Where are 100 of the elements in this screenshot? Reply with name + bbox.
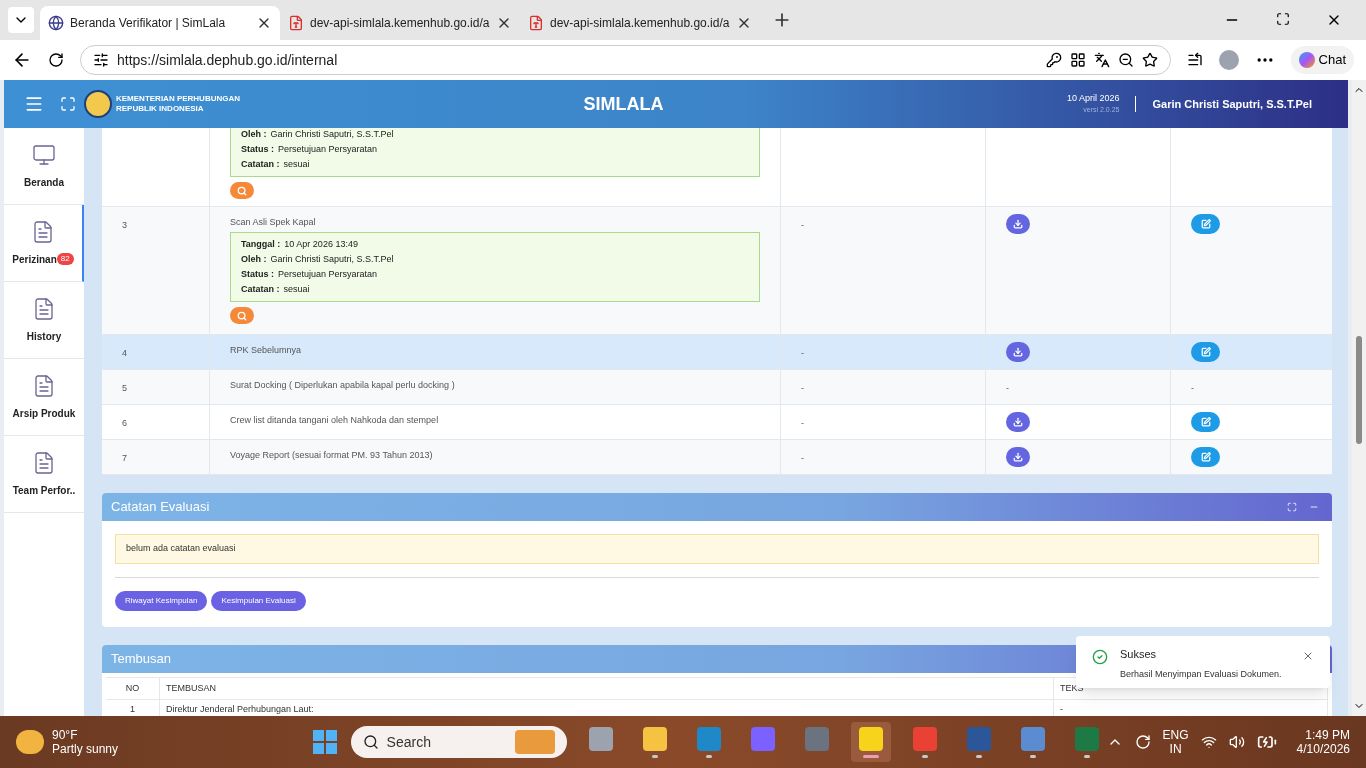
zoom-out-icon[interactable]	[1117, 52, 1134, 68]
region-text[interactable]: IN	[1169, 742, 1182, 756]
edit-icon	[1200, 347, 1211, 357]
pdf-icon	[288, 15, 304, 31]
download-button[interactable]	[1006, 412, 1030, 432]
search-button[interactable]	[230, 182, 254, 199]
search-icon	[237, 185, 247, 196]
evaluation-note: belum ada catatan evaluasi	[115, 534, 1319, 564]
document-icon	[31, 219, 55, 244]
table-cell: -	[1006, 383, 1009, 393]
sync-icon[interactable]	[1134, 734, 1151, 750]
ministry-country: REPUBLIK INDONESIA	[116, 104, 205, 114]
edit-button[interactable]	[1191, 412, 1220, 432]
edit-button[interactable]	[1191, 447, 1220, 467]
search-icon	[362, 734, 379, 750]
document-icon	[32, 373, 56, 398]
table-cell: 7	[122, 453, 127, 463]
taskbar-app[interactable]	[850, 722, 891, 762]
menu-icon[interactable]	[24, 94, 44, 114]
reload-icon[interactable]	[48, 52, 64, 68]
sidebar-label: Beranda	[24, 175, 64, 190]
download-button[interactable]	[1006, 342, 1030, 362]
restore-icon[interactable]	[1276, 12, 1290, 26]
edit-button[interactable]	[1191, 214, 1220, 234]
close-icon[interactable]	[1302, 650, 1314, 662]
table-cell: -	[801, 348, 804, 358]
ministry-logo-icon	[84, 90, 112, 118]
tab-title: dev-api-simlala.kemenhub.go.id/a	[550, 15, 730, 32]
edit-icon	[1200, 417, 1211, 427]
table-cell: -	[801, 220, 804, 230]
search-button[interactable]	[230, 307, 254, 324]
scrollbar-thumb[interactable]	[1356, 336, 1362, 444]
log-label: Catatan :	[241, 284, 280, 295]
fullscreen-icon[interactable]	[60, 96, 76, 112]
profile-avatar[interactable]	[1218, 50, 1239, 70]
page-scrollbar[interactable]	[1352, 80, 1366, 716]
document-name: RPK Sebelumnya	[230, 345, 303, 356]
header-date: 10 April 2026	[1066, 93, 1120, 104]
log-value: Persetujuan Persyaratan	[278, 144, 378, 155]
table-cell: -	[801, 453, 804, 463]
download-button[interactable]	[1006, 447, 1030, 467]
search-placeholder: Search	[386, 732, 432, 752]
weather-icon[interactable]	[16, 730, 44, 754]
evaluation-button[interactable]: Kesimpulan Evaluasi	[211, 590, 306, 611]
app-title: SIMLALA	[582, 92, 665, 116]
browser-tab[interactable]: dev-api-simlala.kemenhub.go.id/a	[520, 6, 760, 40]
toast-title: Sukses	[1120, 647, 1158, 662]
log-label: Oleh :	[241, 129, 267, 140]
download-button[interactable]	[1006, 214, 1030, 234]
sidebar-label: Perizinan	[12, 252, 57, 267]
translate-icon[interactable]	[1093, 52, 1110, 68]
clock-time[interactable]: 1:49 PM	[1305, 728, 1350, 742]
download-icon	[1013, 417, 1023, 427]
site-info-icon[interactable]	[93, 52, 109, 68]
log-label: Tanggal :	[241, 239, 281, 250]
check-circle-icon	[1092, 649, 1108, 665]
table-cell: 5	[122, 383, 127, 393]
card-title: Tembusan	[111, 649, 171, 668]
weather-text: Partly sunny	[52, 742, 119, 756]
ministry-name: KEMENTERIAN PERHUBUNGAN	[116, 94, 240, 104]
user-name[interactable]: Garin Christi Saputri, S.S.T.Pel	[1152, 95, 1328, 113]
column-header: TEMBUSAN	[160, 677, 1054, 700]
browser-tab[interactable]: Beranda Verifikator | SimLala	[40, 6, 280, 40]
chat-button[interactable]: Chat	[1290, 46, 1354, 74]
tab-list-button[interactable]	[8, 7, 34, 33]
log-value: Persetujuan Persyaratan	[278, 269, 378, 280]
log-label: Status :	[241, 269, 274, 280]
table-cell: -	[801, 383, 804, 393]
language-text[interactable]: ENG	[1162, 728, 1189, 742]
log-label: Oleh :	[241, 254, 267, 265]
column-header: NO	[106, 677, 160, 700]
favorite-star-icon[interactable]	[1141, 52, 1158, 68]
download-icon	[1013, 219, 1023, 229]
log-value: Garin Christi Saputri, S.S.T.Pel	[270, 129, 394, 140]
weather-temperature: 90°F	[52, 728, 79, 742]
edit-button[interactable]	[1191, 342, 1220, 362]
table-cell: 4	[122, 348, 127, 358]
site-favicon-icon	[48, 15, 64, 31]
windows-start-icon[interactable]	[312, 730, 337, 754]
clock-date[interactable]: 4/10/2026	[1296, 742, 1350, 756]
wifi-icon[interactable]	[1200, 734, 1217, 750]
apps-icon[interactable]	[1069, 52, 1086, 68]
taskbar-search-field[interactable]: Search	[350, 726, 567, 758]
sidebar-label: History	[26, 329, 62, 344]
document-name: Crew list ditanda tangani oleh Nahkoda dan stempel	[230, 415, 440, 426]
evaluation-button[interactable]: Riwayat Kesimpulan	[115, 590, 208, 611]
edit-icon	[1200, 452, 1211, 462]
document-name: Scan Asli Spek Kapal	[230, 217, 317, 228]
edit-icon	[1200, 219, 1211, 229]
copilot-icon	[1298, 52, 1315, 68]
favorites-icon[interactable]	[1186, 52, 1203, 68]
tab-title: Beranda Verifikator | SimLala	[70, 15, 227, 32]
volume-icon[interactable]	[1228, 734, 1245, 750]
table-cell: -	[801, 418, 804, 428]
browser-tab[interactable]: dev-api-simlala.kemenhub.go.id/a	[280, 6, 520, 40]
key-icon[interactable]	[1045, 52, 1062, 68]
monitor-icon	[32, 142, 56, 167]
expand-icon[interactable]	[1287, 502, 1297, 512]
count-badge: 82	[56, 253, 74, 265]
url-text: https://simlala.dephub.go.id/internal	[117, 50, 339, 70]
